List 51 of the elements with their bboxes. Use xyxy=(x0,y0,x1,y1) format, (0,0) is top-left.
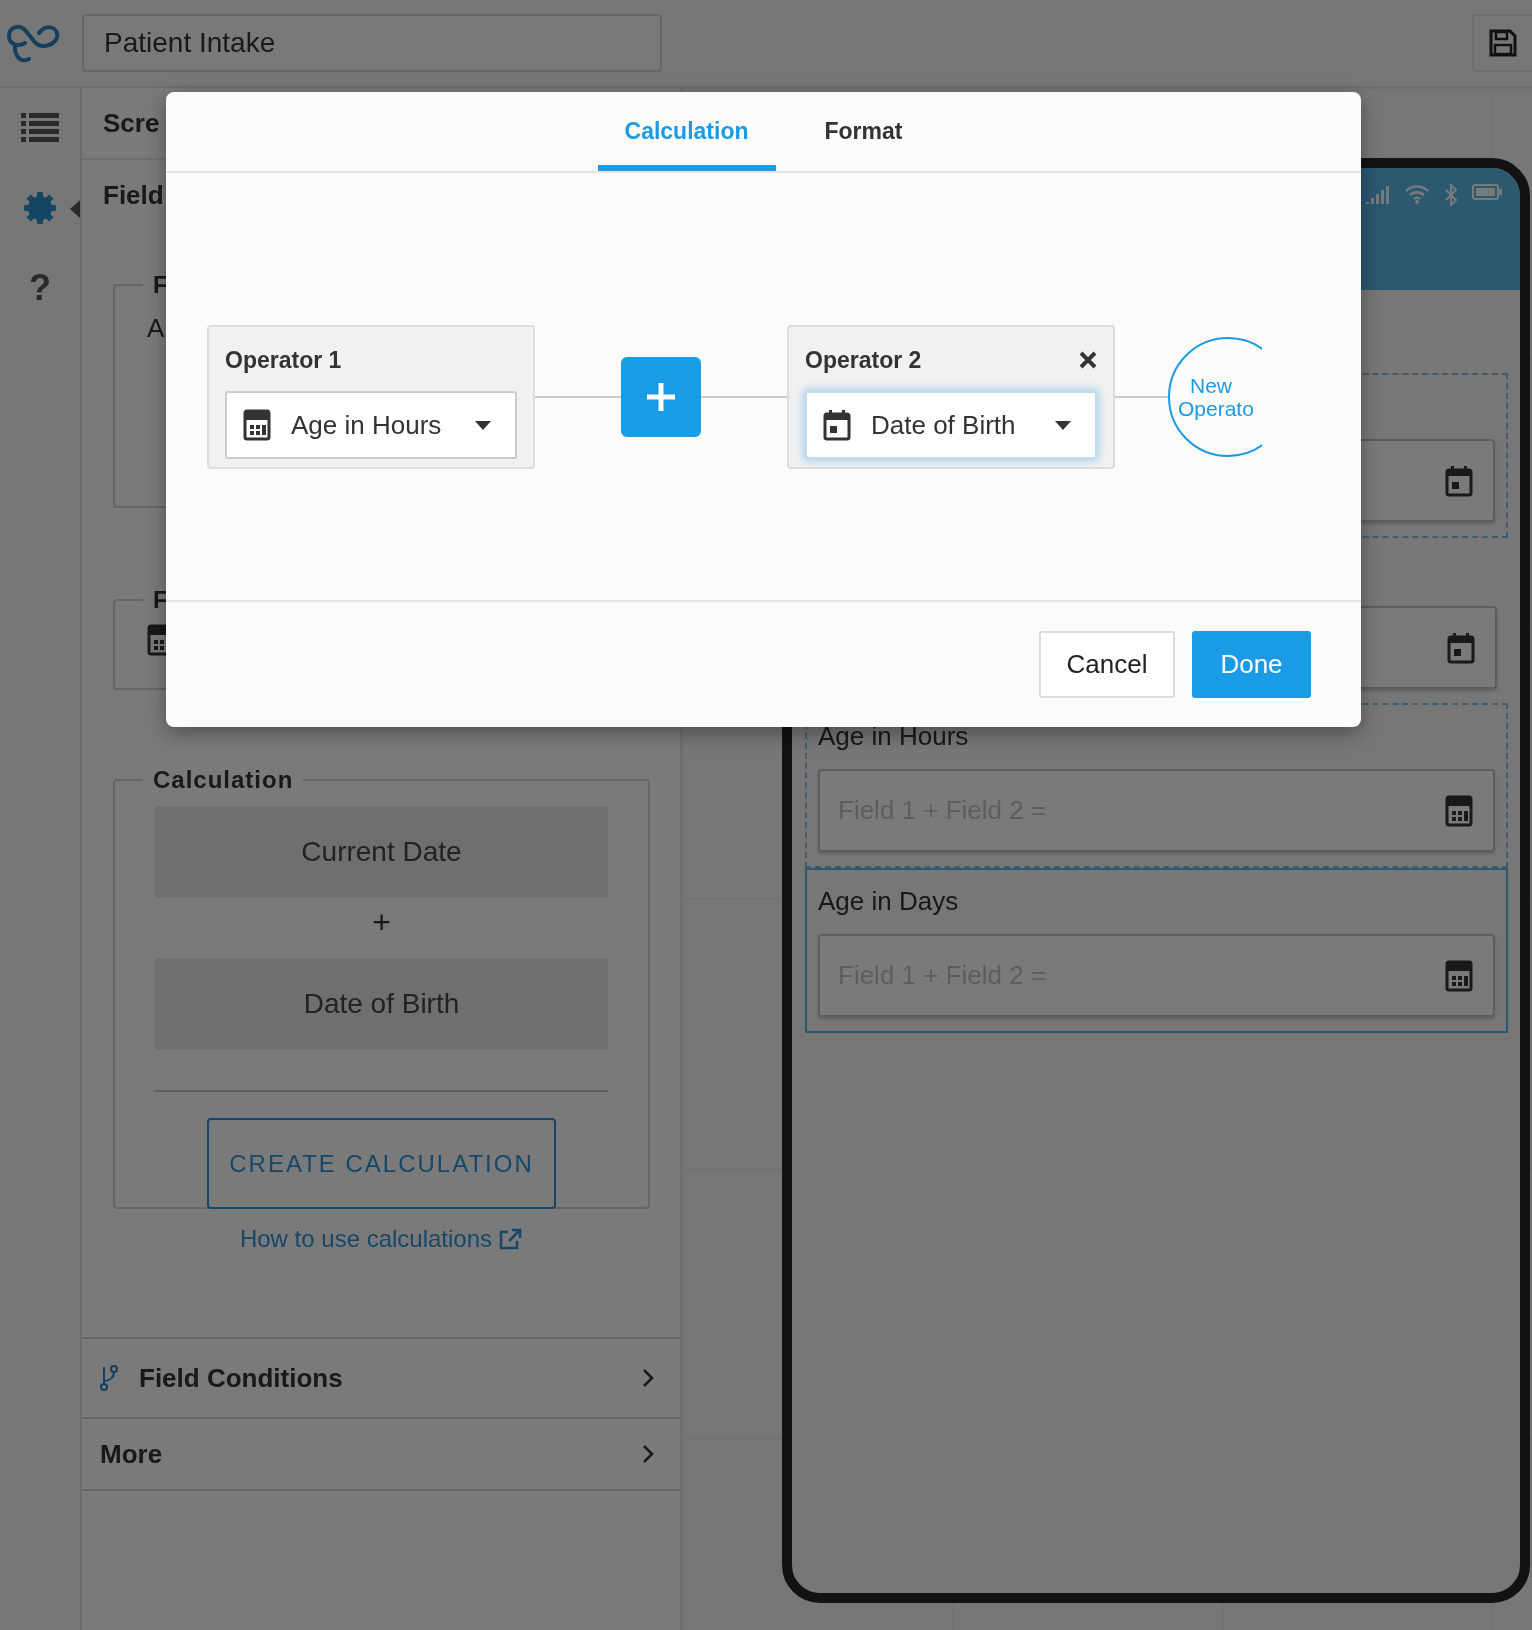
done-button[interactable]: Done xyxy=(1192,631,1311,698)
title-field[interactable]: Patient Intake xyxy=(82,14,662,72)
save-icon xyxy=(1489,29,1517,57)
field-heading: Field xyxy=(103,179,164,211)
plus-icon xyxy=(645,381,677,413)
chevron-right-icon xyxy=(642,1368,654,1388)
wifi-icon xyxy=(1404,184,1430,204)
operator-dropdown[interactable]: Date of Birth xyxy=(805,391,1097,459)
external-link-icon xyxy=(498,1228,523,1250)
field-label: Age in Days xyxy=(818,885,960,918)
screen-heading: Scre xyxy=(103,107,160,139)
battery-icon xyxy=(1472,184,1502,200)
chevron-right-icon xyxy=(642,1444,654,1464)
branch-icon xyxy=(100,1365,118,1391)
create-calculation-button[interactable]: CREATE CALCULATION xyxy=(207,1118,556,1209)
group-legend: Calculation xyxy=(143,766,304,794)
save-button[interactable] xyxy=(1472,14,1532,72)
calendar-icon xyxy=(1445,465,1473,497)
help-link[interactable]: How to use calculations xyxy=(239,1225,523,1253)
section-row[interactable]: Field Conditions xyxy=(82,1337,680,1417)
collapse-caret-icon[interactable] xyxy=(70,200,80,218)
calculator-icon xyxy=(1445,795,1473,827)
settings-icon[interactable] xyxy=(23,191,57,225)
bluetooth-icon xyxy=(1444,184,1458,206)
group-text: A xyxy=(147,313,165,344)
calculator-icon xyxy=(243,409,271,441)
new-operator-button[interactable]: New Operato xyxy=(1168,337,1262,457)
help-icon[interactable]: ? xyxy=(29,267,51,309)
connector-line xyxy=(1115,396,1168,398)
cancel-button[interactable]: Cancel xyxy=(1039,631,1175,698)
dialog-tab[interactable]: Format xyxy=(797,92,930,171)
operand-box: Date of Birth xyxy=(155,958,608,1050)
operator-title: Operator 2 xyxy=(805,346,922,374)
operator-dropdown[interactable]: Age in Hours xyxy=(225,391,517,459)
caret-icon xyxy=(475,420,491,430)
operand-box: Current Date xyxy=(155,806,608,898)
add-button[interactable] xyxy=(621,357,701,437)
close-icon[interactable] xyxy=(1079,351,1097,369)
field-label: Age in Hours xyxy=(818,720,970,753)
caret-icon xyxy=(1055,420,1071,430)
signal-icon xyxy=(1366,184,1390,204)
dialog-tab[interactable]: Calculation xyxy=(597,92,776,171)
section-row[interactable]: More xyxy=(82,1417,680,1491)
calendar-icon xyxy=(823,409,851,441)
operator-title: Operator 1 xyxy=(225,346,342,374)
operator-sign: + xyxy=(372,903,391,941)
group-legend: F xyxy=(143,586,179,614)
list-icon[interactable] xyxy=(21,113,59,143)
calendar-icon xyxy=(1447,632,1475,664)
group-legend: F xyxy=(143,271,179,299)
calculator-icon xyxy=(1445,960,1473,992)
